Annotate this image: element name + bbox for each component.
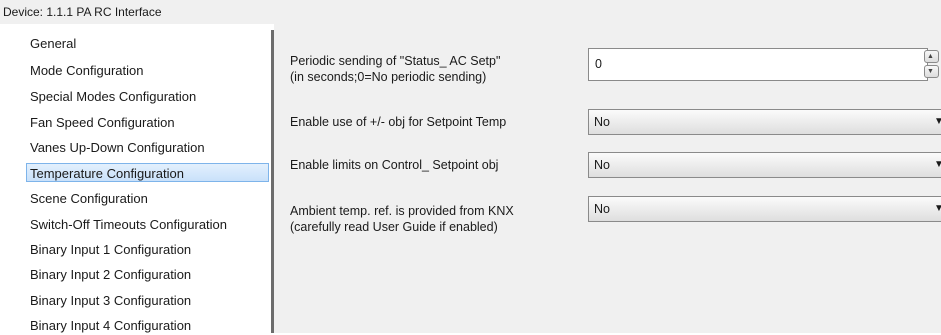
chevron-down-icon[interactable]: ▼ [934, 116, 941, 127]
spin-down-icon[interactable]: ▼ [924, 65, 939, 78]
nav-item-binary-input-3-configuration[interactable]: Binary Input 3 Configuration [30, 291, 268, 310]
nav-item-fan-speed-configuration[interactable]: Fan Speed Configuration [30, 113, 268, 132]
nav-item-special-modes-configuration[interactable]: Special Modes Configuration [30, 87, 268, 106]
nav-item-binary-input-4-configuration[interactable]: Binary Input 4 Configuration [30, 316, 268, 335]
periodic-sending-input[interactable]: 0 [588, 48, 928, 81]
enable-plus-minus-select[interactable]: No [588, 109, 941, 135]
parameter-nav: General Mode Configuration Special Modes… [0, 30, 271, 333]
periodic-sending-label: Periodic sending of "Status_ AC Setp" (i… [290, 53, 580, 85]
periodic-sending-label-line2: (in seconds;0=No periodic sending) [290, 70, 487, 84]
periodic-sending-label-line1: Periodic sending of "Status_ AC Setp" [290, 54, 501, 68]
chevron-down-icon[interactable]: ▼ [934, 203, 941, 214]
ambient-temp-label-line2: (carefully read User Guide if enabled) [290, 220, 498, 234]
nav-item-binary-input-2-configuration[interactable]: Binary Input 2 Configuration [30, 265, 268, 284]
spin-up-icon[interactable]: ▲ [924, 50, 939, 63]
nav-item-mode-configuration[interactable]: Mode Configuration [30, 61, 268, 80]
nav-item-general[interactable]: General [30, 34, 268, 53]
title-bar: Device: 1.1.1 PA RC Interface [0, 0, 941, 24]
chevron-down-icon[interactable]: ▼ [934, 159, 941, 170]
parameter-panel: Periodic sending of "Status_ AC Setp" (i… [274, 24, 941, 333]
nav-item-temperature-configuration[interactable]: Temperature Configuration [26, 163, 269, 182]
nav-item-binary-input-1-configuration[interactable]: Binary Input 1 Configuration [30, 240, 268, 259]
enable-limits-label: Enable limits on Control_ Setpoint obj [290, 158, 499, 172]
ambient-temp-label: Ambient temp. ref. is provided from KNX … [290, 203, 580, 235]
nav-item-vanes-up-down-configuration[interactable]: Vanes Up-Down Configuration [30, 138, 268, 157]
enable-limits-select[interactable]: No [588, 152, 941, 178]
nav-item-scene-configuration[interactable]: Scene Configuration [30, 189, 268, 208]
enable-plus-minus-label: Enable use of +/- obj for Setpoint Temp [290, 115, 507, 129]
periodic-sending-spinner: ▲ ▼ [924, 50, 940, 79]
nav-item-switch-off-timeouts-configuration[interactable]: Switch-Off Timeouts Configuration [30, 215, 268, 234]
ambient-temp-select[interactable]: No [588, 196, 941, 222]
device-title: Device: 1.1.1 PA RC Interface [3, 5, 162, 19]
ambient-temp-label-line1: Ambient temp. ref. is provided from KNX [290, 204, 514, 218]
